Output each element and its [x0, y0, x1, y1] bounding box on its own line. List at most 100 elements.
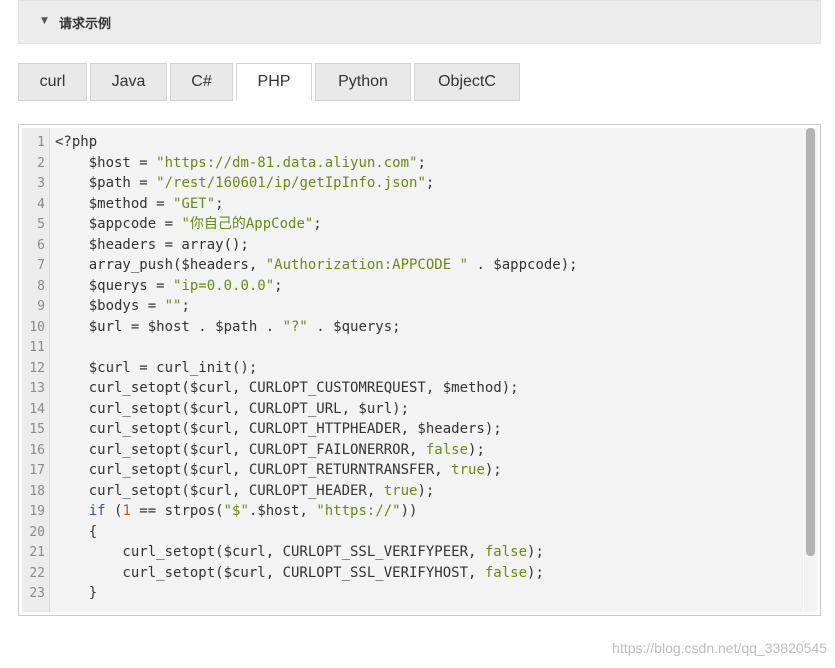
code-text: array_push($headers, "Authorization:APPC… [55, 255, 578, 276]
code-line: 17 curl_setopt($curl, CURLOPT_RETURNTRAN… [22, 460, 803, 481]
code-token: true [383, 482, 418, 499]
code-text: curl_setopt($curl, CURLOPT_HEADER, true)… [55, 481, 435, 502]
line-number: 14 [29, 401, 45, 417]
code-token: "GET" [173, 195, 216, 212]
line-number: 21 [29, 545, 45, 560]
code-token: "$" [223, 503, 249, 519]
code-line: 21 curl_setopt($curl, CURLOPT_SSL_VERIFY… [22, 542, 803, 563]
tab-csharp[interactable]: C# [170, 63, 233, 101]
code-token: curl_setopt($curl, CURLOPT_HEADER, [55, 482, 384, 499]
code-token: true [451, 462, 485, 478]
request-example-header[interactable]: ▼ 请求示例 [18, 0, 821, 44]
code-token: { [55, 523, 98, 540]
code-line: 19 if (1 == strpos("$".$host, "https://"… [22, 501, 803, 522]
code-token: array_push($headers, [55, 257, 266, 273]
code-line: 16 curl_setopt($curl, CURLOPT_FAILONERRO… [22, 440, 803, 461]
tab-curl[interactable]: curl [18, 63, 87, 101]
code-token: "" [164, 298, 182, 314]
code-token: 1 [122, 503, 131, 519]
line-number: 8 [37, 278, 45, 294]
code-text: $bodys = ""; [55, 296, 190, 317]
vertical-scrollbar[interactable] [804, 128, 817, 612]
code-line: 10 $url = $host . $path . "?" . $querys; [22, 317, 803, 338]
code-line: 7 array_push($headers, "Authorization:AP… [22, 255, 803, 276]
code-line: 14 curl_setopt($curl, CURLOPT_URL, $url)… [22, 399, 803, 420]
code-token: false [425, 441, 469, 458]
line-number: 5 [37, 217, 45, 232]
code-token: } [55, 585, 98, 601]
code-token: curl_setopt($curl, CURLOPT_FAILONERROR, [55, 441, 426, 458]
code-editor[interactable]: 1 <?php 2 $host = "https://dm-81.data.aliy… [22, 128, 803, 612]
line-number: 12 [29, 360, 45, 376]
line-number: 19 [29, 504, 45, 519]
code-text: } [55, 583, 97, 604]
code-line: 2 $host = "https://dm-81.data.aliyun.com… [22, 153, 803, 174]
code-line: 5 $appcode = "你自己的AppCode"; [22, 214, 803, 235]
code-token: ( [105, 503, 123, 519]
code-token: ); [527, 544, 544, 560]
code-token: )) [400, 503, 418, 519]
code-line: 9 $bodys = ""; [22, 296, 803, 317]
line-number: 18 [29, 483, 45, 499]
code-token: curl_setopt($curl, CURLOPT_HTTPHEADER, $… [55, 421, 502, 437]
code-text: curl_setopt($curl, CURLOPT_RETURNTRANSFE… [55, 460, 502, 481]
code-line: 6 $headers = array(); [22, 235, 803, 256]
code-token: ); [484, 462, 502, 478]
code-token: "https://" [316, 503, 401, 519]
code-token: if [88, 503, 106, 519]
code-token: . $appcode); [468, 257, 578, 273]
code-token: $host = [55, 154, 157, 171]
code-line: 22 curl_setopt($curl, CURLOPT_SSL_VERIFY… [22, 563, 803, 584]
code-text: $appcode = "你自己的AppCode"; [55, 214, 322, 235]
code-text: $host = "https://dm-81.data.aliyun.com"; [55, 153, 426, 174]
code-token: false [484, 564, 528, 581]
code-token: "?" [282, 318, 308, 335]
code-token: "ip=0.0.0.0" [173, 277, 275, 294]
tab-objectc[interactable]: ObjectC [414, 63, 520, 101]
code-text: if (1 == strpos("$".$host, "https://")) [55, 501, 418, 522]
caret-down-icon: ▼ [41, 16, 48, 26]
line-number: 1 [37, 135, 45, 150]
section-title: 请求示例 [59, 17, 112, 32]
code-text: { [55, 522, 97, 543]
code-token: curl_setopt($curl, CURLOPT_SSL_VERIFYHOS… [55, 564, 485, 581]
line-number: 3 [37, 176, 45, 191]
line-number: 11 [29, 340, 45, 355]
code-text: $headers = array(); [55, 235, 249, 256]
code-token: $headers = array(); [55, 236, 249, 253]
code-panel: 1 <?php 2 $host = "https://dm-81.data.aliy… [18, 124, 821, 616]
code-text: $curl = curl_init(); [55, 358, 258, 379]
code-text: $querys = "ip=0.0.0.0"; [55, 276, 283, 297]
code-text: curl_setopt($curl, CURLOPT_SSL_VERIFYHOS… [55, 563, 543, 584]
tab-php[interactable]: PHP [236, 63, 312, 101]
code-line: 18 curl_setopt($curl, CURLOPT_HEADER, tr… [22, 481, 803, 502]
code-token: curl_setopt($curl, CURLOPT_CUSTOMREQUEST… [55, 380, 519, 396]
code-token: "https://dm-81.data.aliyun.com" [156, 154, 418, 171]
line-number: 2 [37, 155, 45, 171]
language-tabs: curl Java C# PHP Python ObjectC [18, 63, 523, 101]
code-token: ; [215, 195, 224, 212]
code-token: <?php [55, 134, 98, 150]
line-number: 13 [29, 381, 45, 396]
code-text: curl_setopt($curl, CURLOPT_HTTPHEADER, $… [55, 419, 502, 440]
line-number: 15 [29, 422, 45, 437]
line-number: 16 [29, 442, 45, 458]
code-line: 4 $method = "GET"; [22, 194, 803, 215]
watermark: https://blog.csdn.net/qq_33820545 [612, 640, 827, 656]
code-token: "Authorization:APPCODE " [265, 257, 469, 273]
tab-python[interactable]: Python [315, 63, 411, 101]
code-line: 13 curl_setopt($curl, CURLOPT_CUSTOMREQU… [22, 378, 803, 399]
code-token: .$host, [248, 503, 317, 519]
line-number: 17 [29, 463, 45, 478]
code-token: $bodys = [55, 298, 165, 314]
scrollbar-thumb[interactable] [806, 128, 815, 556]
line-number: 4 [37, 196, 45, 212]
line-number: 20 [29, 524, 45, 540]
code-line: 23 } [22, 583, 803, 604]
tab-java[interactable]: Java [90, 63, 167, 101]
code-token: $path = [55, 175, 157, 191]
code-text: curl_setopt($curl, CURLOPT_CUSTOMREQUEST… [55, 378, 519, 399]
code-text: curl_setopt($curl, CURLOPT_FAILONERROR, … [55, 440, 485, 461]
code-token: $method = [55, 195, 174, 212]
